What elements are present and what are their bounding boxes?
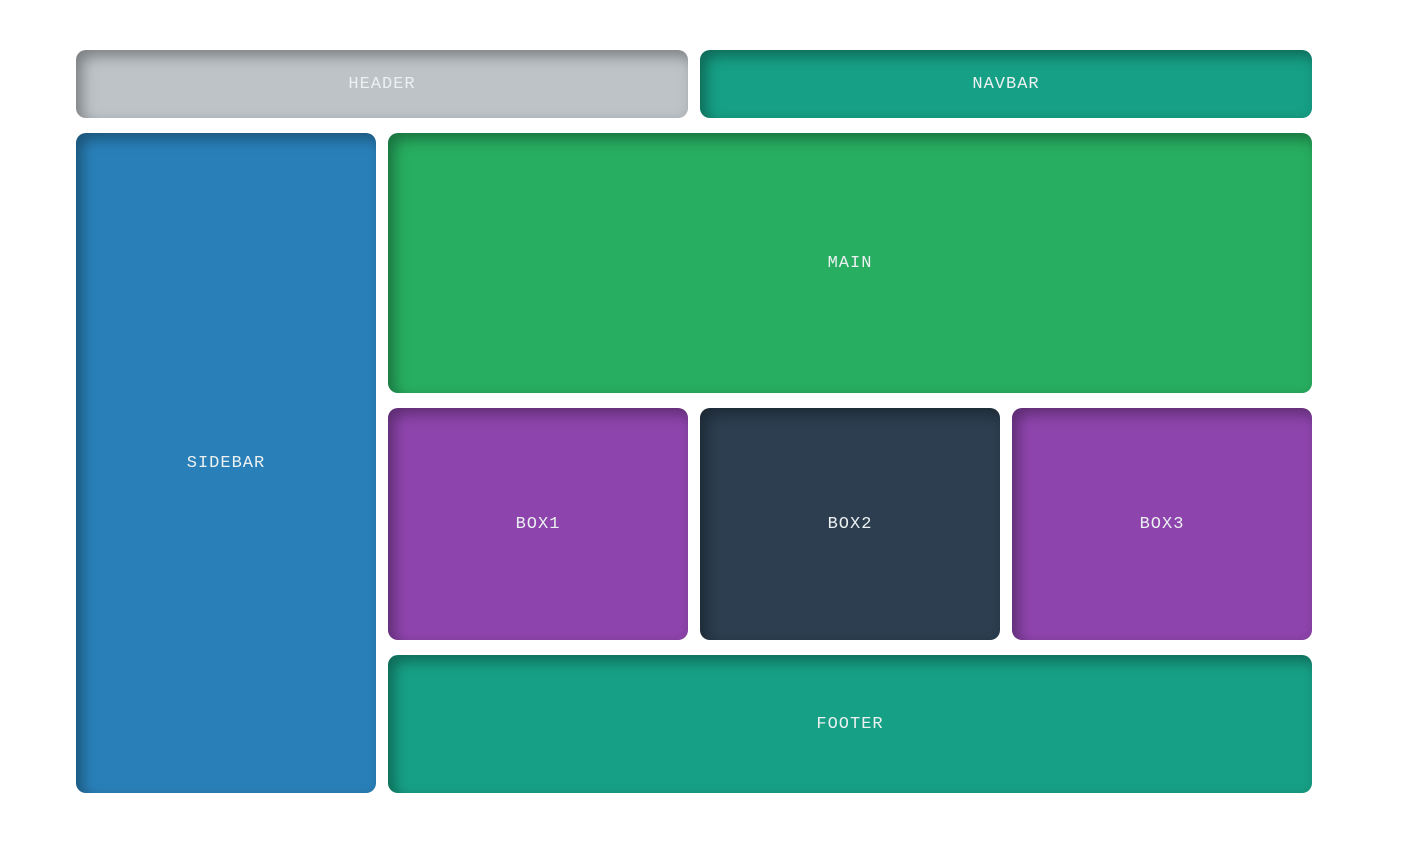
box1-region: BOX1 [388,408,688,640]
main-region: MAIN [388,133,1312,393]
box2-region: BOX2 [700,408,1000,640]
grid-layout-diagram: HEADER NAVBAR SIDEBAR MAIN BOX1 BOX2 BOX… [76,50,1350,793]
navbar-region: NAVBAR [700,50,1312,118]
footer-region: FOOTER [388,655,1312,793]
header-region: HEADER [76,50,688,118]
box3-region: BOX3 [1012,408,1312,640]
sidebar-region: SIDEBAR [76,133,376,793]
